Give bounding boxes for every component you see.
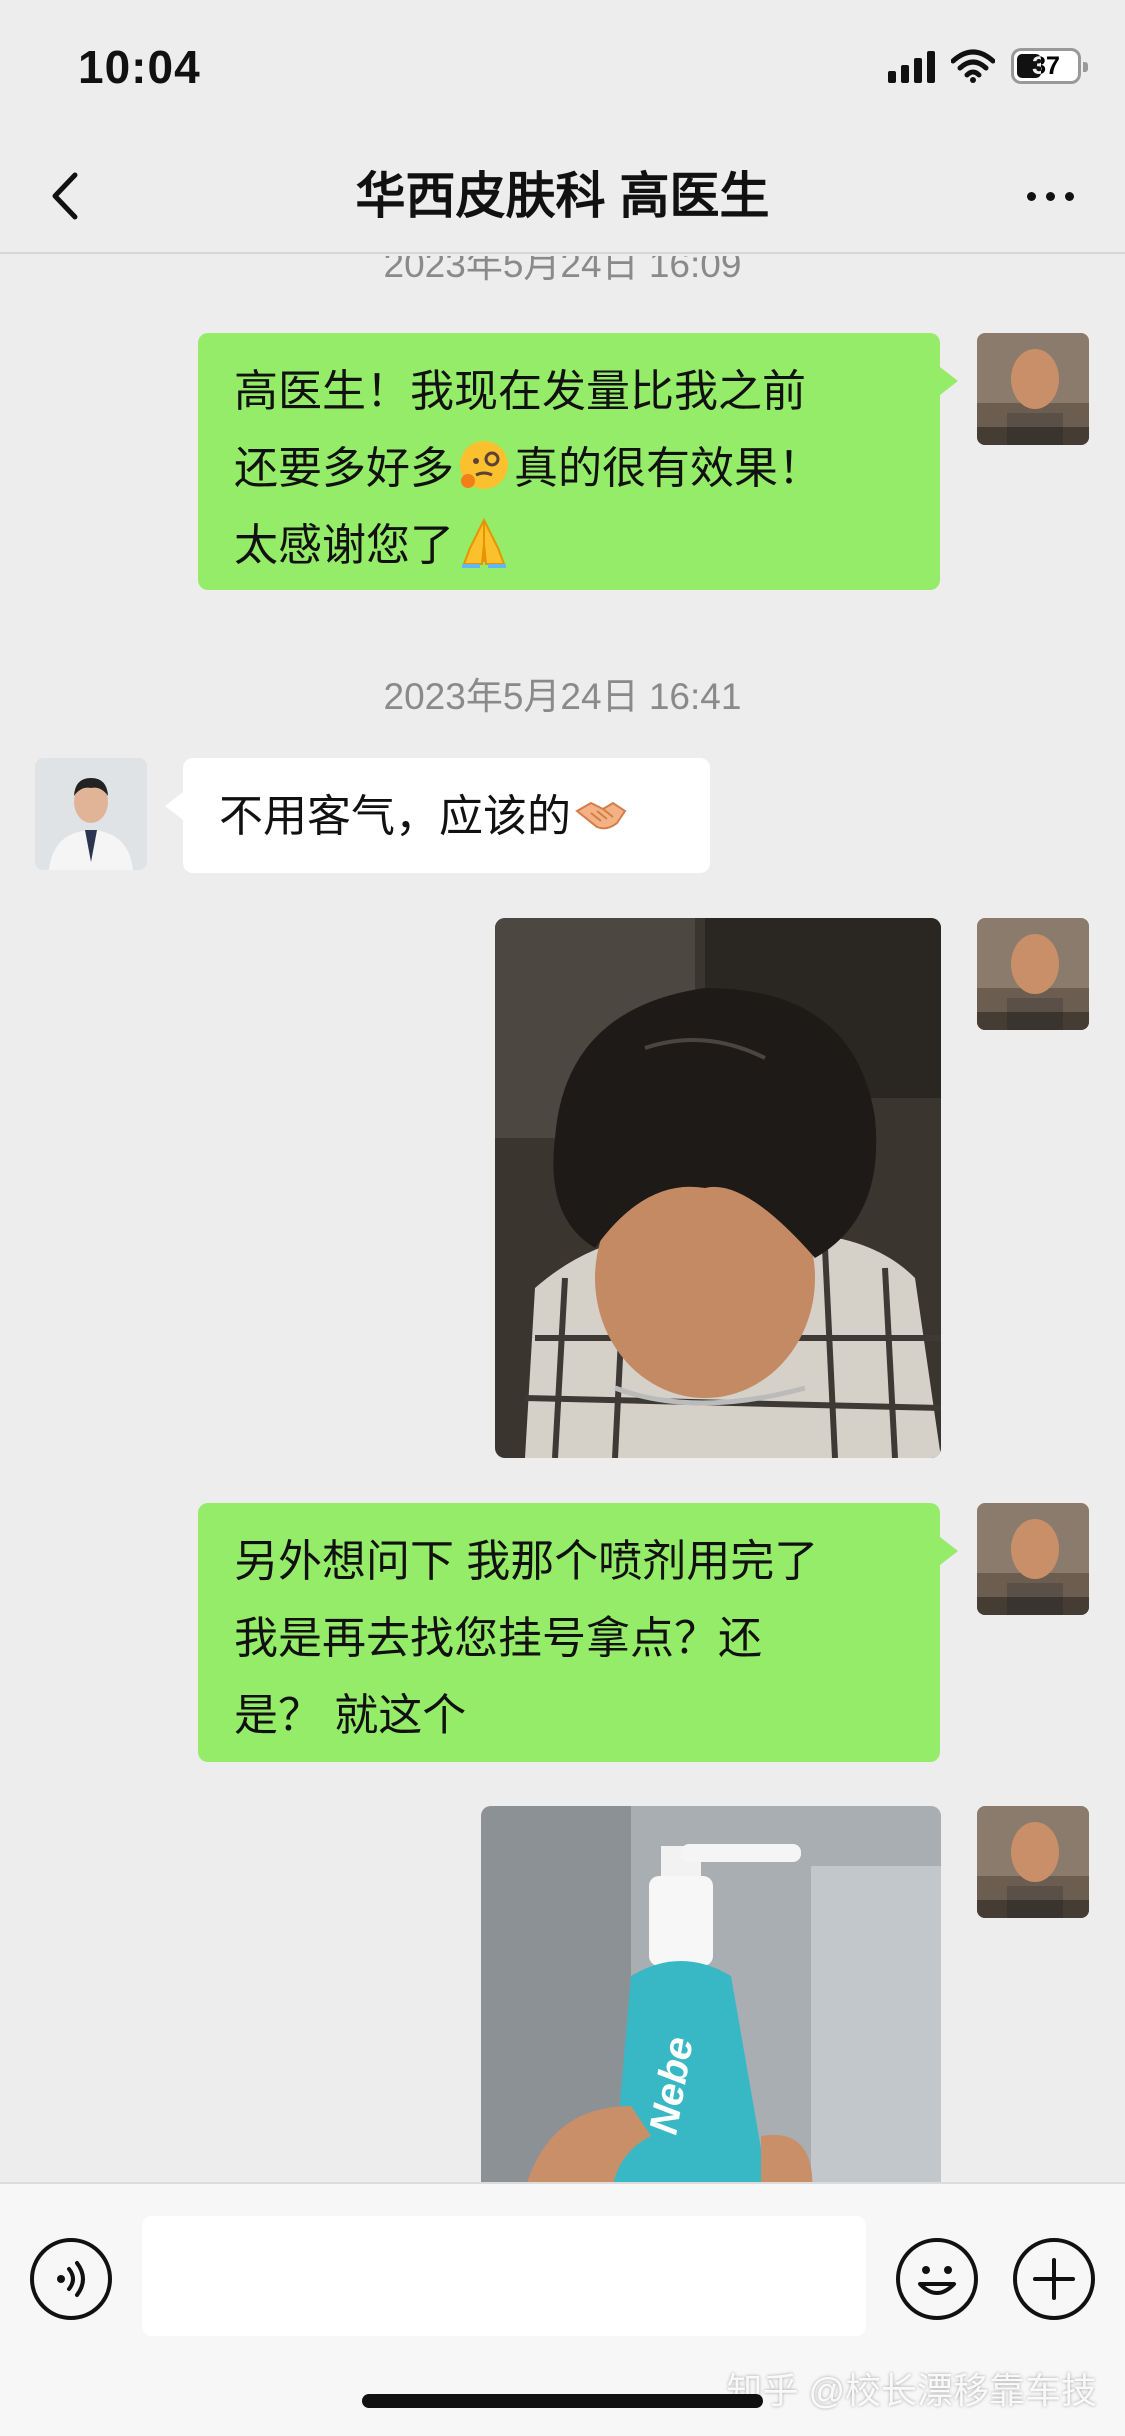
doctor-avatar[interactable] [35, 758, 147, 870]
my-avatar[interactable] [977, 918, 1089, 1030]
nav-bar: 华西皮肤科 高医生 [0, 140, 1125, 254]
timestamp: 2023年5月24日 16:41 [383, 676, 742, 717]
message-bubble-incoming[interactable]: 不用客气，应该的 [165, 758, 710, 873]
status-icons: 37 [888, 46, 1088, 86]
message-input[interactable] [142, 2216, 866, 2336]
watermark: 知乎 @校长漂移靠车技 [726, 2370, 1097, 2411]
emoji-button[interactable] [896, 2238, 978, 2320]
message-text: 我是再去找您挂号拿点？还 [234, 1614, 762, 1663]
message-text: 是？ 就这个 [234, 1691, 467, 1740]
message-text: 不用客气，应该的 [219, 792, 571, 841]
photo-message-spray[interactable]: Nebe [481, 1806, 941, 2182]
home-indicator[interactable] [362, 2394, 763, 2408]
message-bubble-outgoing[interactable]: 另外想问下 我那个喷剂用完了 我是再去找您挂号拿点？还 是？ 就这个 [198, 1503, 958, 1762]
my-avatar[interactable] [977, 333, 1089, 445]
photo-message-hair[interactable] [495, 918, 941, 1458]
message-text: 太感谢您了 [234, 521, 454, 570]
emoji-icon [918, 2266, 956, 2295]
status-bar: 10:04 37 [0, 0, 1125, 140]
my-avatar[interactable] [977, 1806, 1089, 1918]
plus-button[interactable] [1013, 2238, 1095, 2320]
message-text: 高医生！我现在发量比我之前 [234, 367, 806, 416]
voice-button[interactable] [30, 2238, 112, 2320]
chat-area[interactable]: 2023年5月24日 16:09 高医生！我现在发量比我之前 还要多好多 真的很有… [0, 256, 1125, 2182]
folded-hands-emoji-icon [462, 517, 506, 568]
message-text: 还要多好多 [234, 444, 454, 493]
more-button[interactable] [1015, 166, 1085, 226]
message-bubble-outgoing[interactable]: 高医生！我现在发量比我之前 还要多好多 真的很有效果！ 太感谢您了 [198, 333, 958, 590]
my-avatar[interactable] [977, 1503, 1089, 1615]
timestamp: 2023年5月24日 16:09 [383, 256, 742, 285]
status-time: 10:04 [78, 41, 201, 93]
plus-icon [1033, 2258, 1075, 2300]
wifi-icon [951, 49, 995, 83]
thinking-face-emoji-icon [460, 441, 508, 489]
signal-icon [888, 49, 935, 83]
message-text: 真的很有效果！ [514, 444, 822, 493]
battery-icon: 37 [1011, 48, 1088, 84]
battery-level: 37 [1032, 52, 1060, 80]
message-text: 另外想问下 我那个喷剂用完了 [234, 1537, 819, 1586]
voice-icon [57, 2261, 85, 2297]
chat-title: 华西皮肤科 高医生 [355, 168, 770, 224]
handshake-emoji-icon [575, 801, 627, 830]
more-icon [1026, 191, 1036, 201]
